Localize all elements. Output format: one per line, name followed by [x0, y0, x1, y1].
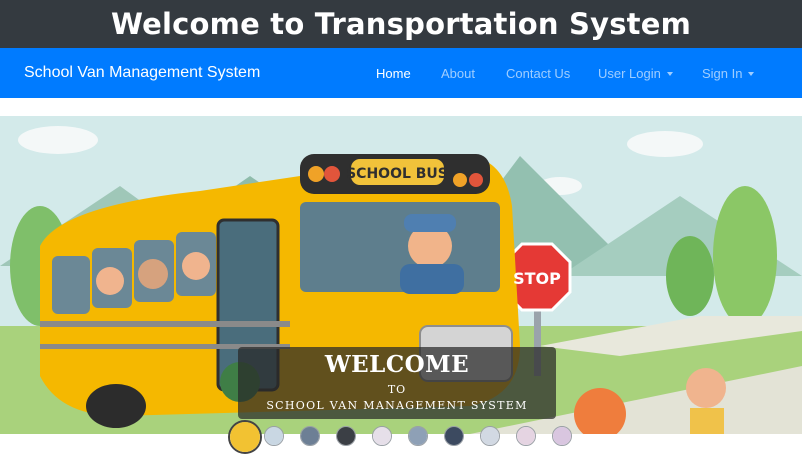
carousel-thumb[interactable] — [264, 426, 284, 446]
navbar-brand[interactable]: School Van Management System — [24, 64, 260, 82]
carousel-caption: WELCOME TO SCHOOL VAN MANAGEMENT SYSTEM — [238, 347, 556, 419]
caption-subtitle: SCHOOL VAN MANAGEMENT SYSTEM — [266, 399, 528, 412]
carousel-thumb[interactable] — [300, 426, 320, 446]
nav-user-login-dropdown[interactable]: User Login — [598, 66, 673, 81]
carousel-thumb[interactable] — [372, 426, 392, 446]
carousel-thumb[interactable] — [516, 426, 536, 446]
page-title: Welcome to Transportation System — [111, 7, 691, 41]
carousel-thumb[interactable] — [552, 426, 572, 446]
chevron-down-icon — [748, 72, 755, 76]
nav-about[interactable]: About — [441, 66, 475, 81]
nav-sign-in-label: Sign In — [702, 66, 743, 81]
caption-to: TO — [387, 383, 407, 396]
nav-home[interactable]: Home — [376, 66, 411, 81]
spacer — [0, 98, 802, 116]
nav-user-login-label: User Login — [598, 66, 661, 81]
carousel-thumb[interactable] — [336, 426, 356, 446]
nav-sign-in-dropdown[interactable]: Sign In — [702, 66, 755, 81]
chevron-down-icon — [666, 72, 673, 76]
caption-title: WELCOME — [324, 351, 470, 378]
carousel-thumb[interactable] — [408, 426, 428, 446]
nav-contact[interactable]: Contact Us — [506, 66, 570, 81]
carousel-thumb[interactable] — [228, 420, 262, 454]
navbar: School Van Management System Home About … — [0, 48, 802, 98]
stop-sign-text: STOP — [513, 269, 561, 288]
carousel-thumb[interactable] — [444, 426, 464, 446]
carousel-thumb[interactable] — [480, 426, 500, 446]
page-header: Welcome to Transportation System — [0, 0, 802, 48]
school-bus-sign: SCHOOL BUS — [346, 166, 448, 182]
